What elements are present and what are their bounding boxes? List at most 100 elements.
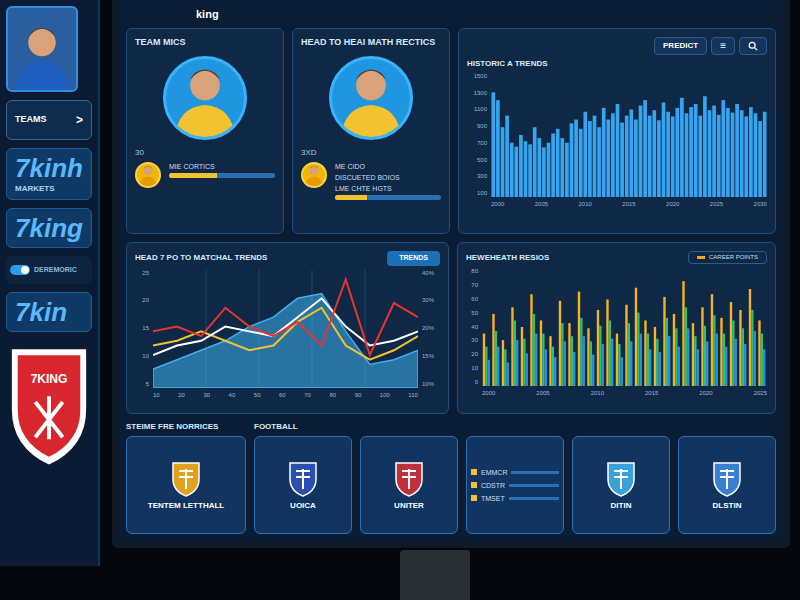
sidebar-nav-item[interactable]: TEAMS> [6, 100, 92, 140]
shirt-shape [15, 60, 70, 90]
stats-row: EMMCR [471, 468, 559, 477]
chart-bar [730, 302, 732, 386]
player-card[interactable]: HEAD TO HEAI MATH RECTICS3XDME CIDODISCU… [292, 28, 450, 234]
search-button[interactable] [739, 37, 767, 55]
toggle-switch[interactable] [10, 265, 30, 275]
predict-button[interactable]: PREDICT [654, 37, 707, 55]
player-card-title: HEAD TO HEAI MATH RECTICS [301, 37, 441, 48]
team-crest-icon [171, 461, 201, 497]
chart-bar [523, 339, 525, 386]
x-tick: 90 [355, 392, 362, 399]
menu-button[interactable]: ≡ [711, 37, 735, 55]
chart-bar [516, 340, 518, 386]
chart-bar [593, 116, 597, 197]
team-card[interactable]: DITIN [572, 436, 670, 534]
crest-stripes [614, 469, 628, 489]
chart-bar [629, 109, 633, 197]
chart-bar [496, 100, 500, 197]
line-series [153, 279, 418, 355]
player-detail: LME CHTE HGTS [335, 184, 441, 193]
chart-bar [611, 113, 615, 197]
chart-bar [492, 314, 494, 386]
x-tick: 30 [203, 392, 210, 399]
chart-bar [564, 341, 566, 386]
hair-shape [190, 70, 220, 80]
x-tick: 70 [304, 392, 311, 399]
chart-bar [545, 349, 547, 386]
crest-stripes [720, 469, 734, 489]
x-tick: 2005 [536, 390, 549, 397]
chart-bar [668, 336, 670, 386]
hair-shape [310, 166, 319, 169]
chart-bar [542, 147, 546, 197]
sidebar-toggle-row[interactable]: DEREMORIC [6, 256, 92, 284]
chart-bar [673, 314, 675, 386]
monitor: kingTEAM MICS30MIE CORTICSHEAD TO HEAI M… [100, 0, 800, 600]
team-card[interactable]: UNITER [360, 436, 458, 534]
sidebar-logo[interactable]: 7kinhMARKETS [6, 148, 92, 200]
y-tick: 40% [422, 270, 440, 277]
player-card[interactable]: TEAM MICS30MIE CORTICS [126, 28, 284, 234]
chart-bar [656, 339, 658, 386]
historic-chart-card: PREDICT≡HISTORIC A TRENDS150013001100900… [458, 28, 776, 234]
chart-bar [637, 313, 639, 386]
chart-title: HISTORIC A TRENDS [467, 59, 767, 69]
trends-button[interactable]: TRENDS [387, 251, 440, 266]
chart-bar [587, 328, 589, 386]
player-detail: ME CIDO [335, 162, 441, 171]
sidebar-logo[interactable]: 7kin [6, 292, 92, 332]
crossed-swords-shape [35, 396, 62, 439]
chart-bar [706, 341, 708, 386]
crest-fill [173, 463, 199, 496]
chart-bar [640, 334, 642, 386]
team-crest-icon [288, 461, 318, 497]
row-bar [509, 484, 559, 487]
y-axis: 80706050403020100 [466, 268, 478, 386]
chart-bar [540, 320, 542, 386]
chart-bar [652, 110, 656, 197]
team-card[interactable]: DLSTIN [678, 436, 776, 534]
player-details: ME CIDODISCUETED BOIOSLME CHTE HGTS [335, 162, 441, 200]
x-tick: 2015 [622, 201, 635, 208]
chart-bar [559, 301, 561, 386]
x-tick: 80 [329, 392, 336, 399]
player-detail-row: MIE CORTICS [135, 162, 275, 188]
team-cards: TENTEM LETTHALL [126, 436, 246, 534]
chart-header: HEAD 7 PO TO MATCHAL TRENDSTRENDS [135, 251, 440, 266]
player-small-avatar [135, 162, 161, 188]
team-name: DLSTIN [713, 501, 742, 510]
shield-fill [18, 355, 81, 457]
chart-bar [552, 347, 554, 386]
chart-bar [599, 326, 601, 386]
chart-bar [620, 123, 624, 197]
row-bar [511, 471, 559, 474]
logo-subtitle: MARKETS [15, 183, 83, 195]
head-shape [310, 166, 319, 175]
player-photo-icon [137, 162, 159, 186]
chevron-icon: > [76, 111, 83, 129]
chart-bar [639, 106, 643, 197]
sidebar-logo[interactable]: 7king [6, 208, 92, 248]
team-card[interactable]: UOICA [254, 436, 352, 534]
chart-bar [659, 352, 661, 386]
team-card[interactable]: TENTEM LETTHALL [126, 436, 246, 534]
chart-bar [703, 96, 707, 197]
y-tick: 900 [467, 123, 487, 130]
chart-bar [634, 120, 638, 198]
chart-bar [554, 357, 556, 386]
crest-fill [714, 463, 740, 496]
chart-bar [716, 334, 718, 386]
stats-card[interactable]: EMMCRCDSTRTMSET [466, 436, 564, 534]
chart-bar [573, 352, 575, 386]
chart-bar [491, 92, 495, 197]
chart-bar [560, 138, 564, 197]
x-tick: 110 [408, 392, 418, 399]
stats-row-label: TMSET [481, 494, 505, 503]
y-tick: 20 [135, 297, 149, 304]
middle-row: HEAD 7 PO TO MATCHAL TRENDSTRENDS2520151… [126, 242, 776, 414]
chart-bar [535, 334, 537, 386]
x-tick: 2020 [699, 390, 712, 397]
y-tick: 10% [422, 381, 440, 388]
chart-bar [725, 347, 727, 386]
sidebar-shield-logo[interactable]: 7KING [6, 340, 92, 470]
